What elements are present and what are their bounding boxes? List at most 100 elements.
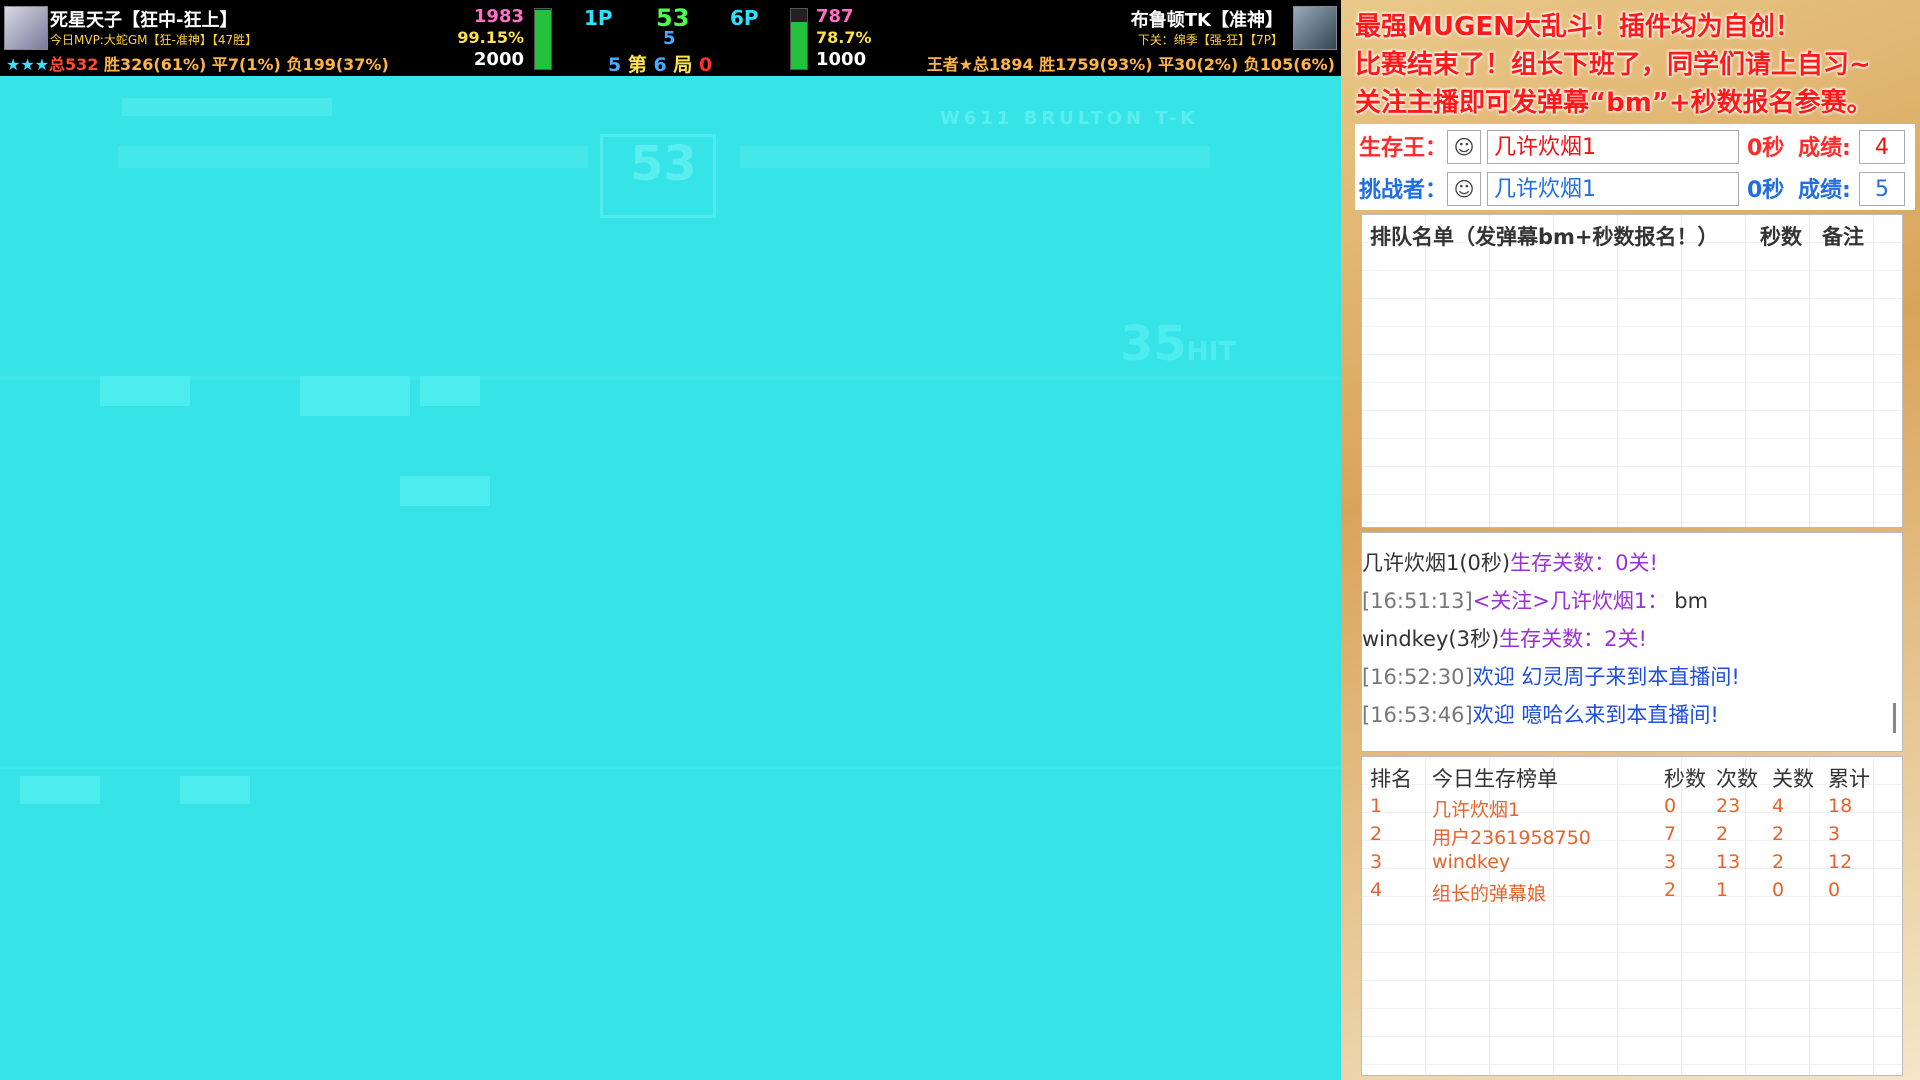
chat-3-a: windkey(3秒) xyxy=(1362,627,1500,651)
lb-col-rank: 排名 xyxy=(1370,767,1412,791)
chat-scrollbar[interactable] xyxy=(1893,703,1896,733)
ghost-combo-suffix: HIT xyxy=(1186,337,1236,367)
lb-name: 组长的弹幕娘 xyxy=(1432,883,1547,905)
ghost-glitch-1 xyxy=(100,376,190,406)
chat-1-a: 几许炊烟1(0秒) xyxy=(1362,551,1511,575)
banner-line-3: 关注主播即可发弹幕“bm”+秒数报名参赛。 xyxy=(1355,88,1873,118)
lb-col-title: 今日生存榜单 xyxy=(1432,767,1558,791)
ghost-glitch-3 xyxy=(420,376,480,406)
lb-rank: 1 xyxy=(1370,795,1383,817)
p1-label: 1P xyxy=(584,6,613,30)
lb-levels: 0 xyxy=(1772,879,1785,901)
queue-col-note: 备注 xyxy=(1822,225,1864,249)
p1-life-fill xyxy=(535,9,551,69)
mid-number: 5 xyxy=(663,28,676,49)
round-right: 0 xyxy=(699,54,713,76)
p1-score-bottom: 2000 xyxy=(473,49,524,70)
lb-col-total: 累计 xyxy=(1828,767,1870,791)
chat-line-5: [16:53:46]欢迎 噫哈么来到本直播间! xyxy=(1362,699,1719,729)
ghost-combo-count: 35HIT xyxy=(1120,316,1236,372)
lb-row[interactable]: 4 组长的弹幕娘 2 1 0 0 xyxy=(1362,879,1902,907)
chat-4-b: 欢迎 幻灵周子 xyxy=(1472,665,1606,689)
round-left: 5 xyxy=(608,54,622,76)
p2-score-top: 787 xyxy=(816,6,854,27)
lb-levels: 4 xyxy=(1772,795,1785,817)
lb-seconds: 2 xyxy=(1664,879,1677,901)
lb-rank: 3 xyxy=(1370,851,1383,873)
lb-times: 1 xyxy=(1716,879,1729,901)
challenger-score: 5 xyxy=(1859,172,1905,206)
p1-wins: 胜326(61%) xyxy=(104,55,207,74)
survivor-seconds: 0秒 xyxy=(1747,136,1785,161)
chat-5-a: [16:53:46] xyxy=(1362,703,1473,727)
p2-score-bottom: 1000 xyxy=(816,49,867,70)
ghost-timer: 53 xyxy=(630,136,697,192)
chat-5-b: 欢迎 噫哈么 xyxy=(1472,703,1585,727)
ghost-combo: 35 xyxy=(1120,316,1187,372)
survivor-name: 几许炊烟1 xyxy=(1487,130,1739,164)
lb-col-seconds: 秒数 xyxy=(1664,767,1706,791)
ghost-p1-name-bar xyxy=(122,98,332,116)
lb-seconds: 7 xyxy=(1664,823,1677,845)
challenger-avatar-icon: ☺ xyxy=(1447,172,1481,206)
lb-total: 18 xyxy=(1828,795,1853,817)
ghost-p2-name: W611 BRULTON T-K xyxy=(940,108,1199,129)
round-num: 6 xyxy=(653,54,667,76)
chat-2-a: [16:51:13] xyxy=(1362,589,1473,613)
round-text2: 局 xyxy=(673,54,693,76)
ghost-p1-lifebar xyxy=(118,146,588,168)
lb-total: 0 xyxy=(1828,879,1841,901)
p2-life-bar xyxy=(790,8,808,70)
chat-4-c: 来到本直播间! xyxy=(1605,665,1740,689)
lb-col-times: 次数 xyxy=(1716,767,1758,791)
chat-line-4: [16:52:30]欢迎 幻灵周子来到本直播间! xyxy=(1362,661,1740,691)
lb-row[interactable]: 1 几许炊烟1 0 23 4 18 xyxy=(1362,795,1902,823)
lb-row[interactable]: 3 windkey 3 13 2 12 xyxy=(1362,851,1902,879)
lb-name: windkey xyxy=(1432,851,1511,873)
p1-score-top: 1983 xyxy=(473,6,524,27)
chat-line-3: windkey(3秒)生存关数：2关! xyxy=(1362,623,1647,653)
lb-total: 12 xyxy=(1828,851,1853,873)
p1-mvp: 今日MVP:大蛇GM【狂-准神】【47胜】 xyxy=(50,33,258,47)
p2-life-fill xyxy=(791,21,807,69)
game-viewport: 53 W611 BRULTON T-K 35HIT xyxy=(0,76,1341,1080)
p2-name: 布鲁顿TK【准神】 xyxy=(1130,10,1283,31)
chat-line-2: [16:51:13]<关注>几许炊烟1： bm xyxy=(1362,585,1708,615)
queue-table[interactable]: 排队名单（发弹幕bm+秒数报名！） 秒数 备注 xyxy=(1361,214,1903,528)
p2-percent: 78.7% xyxy=(816,28,872,47)
lb-col-levels: 关数 xyxy=(1772,767,1814,791)
queue-col-seconds: 秒数 xyxy=(1760,225,1802,249)
leaderboard-table[interactable]: 排名 今日生存榜单 秒数 次数 关数 累计 1 几许炊烟1 0 23 4 18 … xyxy=(1361,756,1903,1076)
challenger-seconds: 0秒 xyxy=(1747,178,1785,203)
ghost-glitch-4 xyxy=(400,476,490,506)
lb-total: 3 xyxy=(1828,823,1841,845)
lb-times: 2 xyxy=(1716,823,1729,845)
survivor-result-label: 成绩: xyxy=(1798,136,1851,161)
chat-1-b: 生存关数：0关! xyxy=(1510,551,1658,575)
p1-total: 总532 xyxy=(49,55,99,74)
chat-2-b: <关注>几许炊烟1： xyxy=(1472,589,1669,613)
round-text1: 第 xyxy=(627,54,647,76)
round-indicator: 5 第 6 局 0 xyxy=(608,50,712,76)
chat-line-1: 几许炊烟1(0秒)生存关数：0关! xyxy=(1362,547,1658,577)
banner-line-1: 最强MUGEN大乱斗！插件均为自创！ xyxy=(1355,12,1801,42)
ghost-glitch-6 xyxy=(180,776,250,804)
queue-col-title: 排队名单（发弹幕bm+秒数报名！） xyxy=(1370,225,1719,249)
p2-next: 下关：绵季【强-狂】【7P】 xyxy=(1137,33,1283,47)
banner-line-2: 比赛结束了！组长下班了，同学们请上自习~ xyxy=(1355,50,1871,80)
lb-row[interactable]: 2 用户2361958750 7 2 2 3 xyxy=(1362,823,1902,851)
lb-name: 几许炊烟1 xyxy=(1432,799,1521,821)
survivor-score: 4 xyxy=(1859,130,1905,164)
lb-levels: 2 xyxy=(1772,823,1785,845)
ghost-glitch-2 xyxy=(300,376,410,416)
p2-record: 王者★总1894 胜1759(93%) 平30(2%) 负105(6%) xyxy=(926,55,1335,74)
lb-times: 23 xyxy=(1716,795,1741,817)
lb-seconds: 3 xyxy=(1664,851,1677,873)
ghost-scanline-2 xyxy=(0,766,1341,769)
p1-percent: 99.15% xyxy=(457,28,524,47)
chat-log[interactable]: 几许炊烟1(0秒)生存关数：0关! [16:51:13]<关注>几许炊烟1： bm… xyxy=(1361,532,1903,752)
p1-avatar xyxy=(4,6,48,50)
lb-rank: 4 xyxy=(1370,879,1383,901)
p1-record: ★★★总532 胜326(61%) 平7(1%) 负199(37%) xyxy=(6,51,389,75)
lb-levels: 2 xyxy=(1772,851,1785,873)
